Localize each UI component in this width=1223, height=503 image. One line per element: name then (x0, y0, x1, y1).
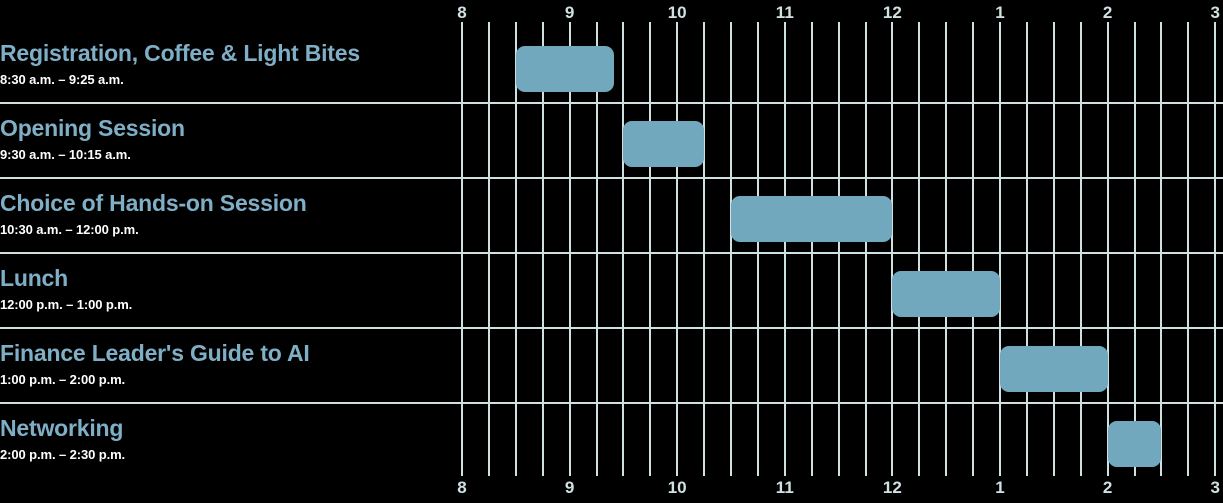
axis-hour-label-top-10: 10 (667, 3, 687, 22)
axis-hour-label-top-3: 3 (1210, 3, 1220, 22)
session-bar (892, 271, 1000, 317)
schedule-row: Finance Leader's Guide to AI 1:00 p.m. – … (0, 322, 1223, 397)
session-title: Networking (0, 415, 124, 441)
session-bar (731, 196, 893, 242)
session-time-range: 10:30 a.m. – 12:00 p.m. (0, 222, 139, 237)
axis-hour-label-bottom-10: 10 (667, 478, 687, 497)
session-time-range: 2:00 p.m. – 2:30 p.m. (0, 447, 126, 462)
session-title: Choice of Hands-on Session (0, 190, 307, 216)
session-time-range: 9:30 a.m. – 10:15 a.m. (0, 147, 131, 162)
session-time-range: 8:30 a.m. – 9:25 a.m. (0, 72, 124, 87)
schedule-row: Choice of Hands-on Session 10:30 a.m. – 1… (0, 172, 1223, 247)
session-bar (515, 46, 615, 92)
axis-hour-label-bottom-1: 1 (995, 478, 1005, 497)
axis-hour-label-bottom-8: 8 (457, 478, 467, 497)
session-time-range: 12:00 p.m. – 1:00 p.m. (0, 297, 133, 312)
session-time-range: 1:00 p.m. – 2:00 p.m. (0, 372, 126, 387)
session-title: Opening Session (0, 115, 185, 141)
schedule-row: Networking 2:00 p.m. – 2:30 p.m. (0, 397, 1223, 472)
session-title: Lunch (0, 265, 68, 291)
session-bar (623, 121, 705, 167)
axis-hour-label-top-9: 9 (564, 3, 575, 22)
session-title: Registration, Coffee & Light Bites (0, 40, 360, 66)
axis-hour-label-bottom-12: 12 (882, 478, 902, 497)
schedule-gantt-chart: 8 9 10 11 12 1 2 3 8 9 10 11 12 1 2 3 Registration, Co… (0, 0, 1223, 503)
axis-hour-label-top-1: 1 (995, 3, 1005, 22)
axis-hour-label-bottom-9: 9 (564, 478, 575, 497)
session-bar (1107, 421, 1162, 467)
axis-hour-label-top-12: 12 (882, 3, 902, 22)
axis-hour-label-bottom-11: 11 (775, 478, 794, 497)
schedule-row: Opening Session 9:30 a.m. – 10:15 a.m. (0, 97, 1223, 172)
axis-hour-label-top-8: 8 (457, 3, 467, 22)
axis-hour-label-top-11: 11 (775, 3, 794, 22)
axis-hour-label-bottom-3: 3 (1210, 478, 1220, 497)
axis-hour-label-bottom-2: 2 (1102, 478, 1113, 497)
axis-hour-label-top-2: 2 (1102, 3, 1113, 22)
session-title: Finance Leader's Guide to AI (0, 340, 310, 366)
session-bar (1000, 346, 1108, 392)
schedule-row: Lunch 12:00 p.m. – 1:00 p.m. (0, 247, 1223, 322)
schedule-row: Registration, Coffee & Light Bites 8:30 a… (0, 22, 1223, 97)
